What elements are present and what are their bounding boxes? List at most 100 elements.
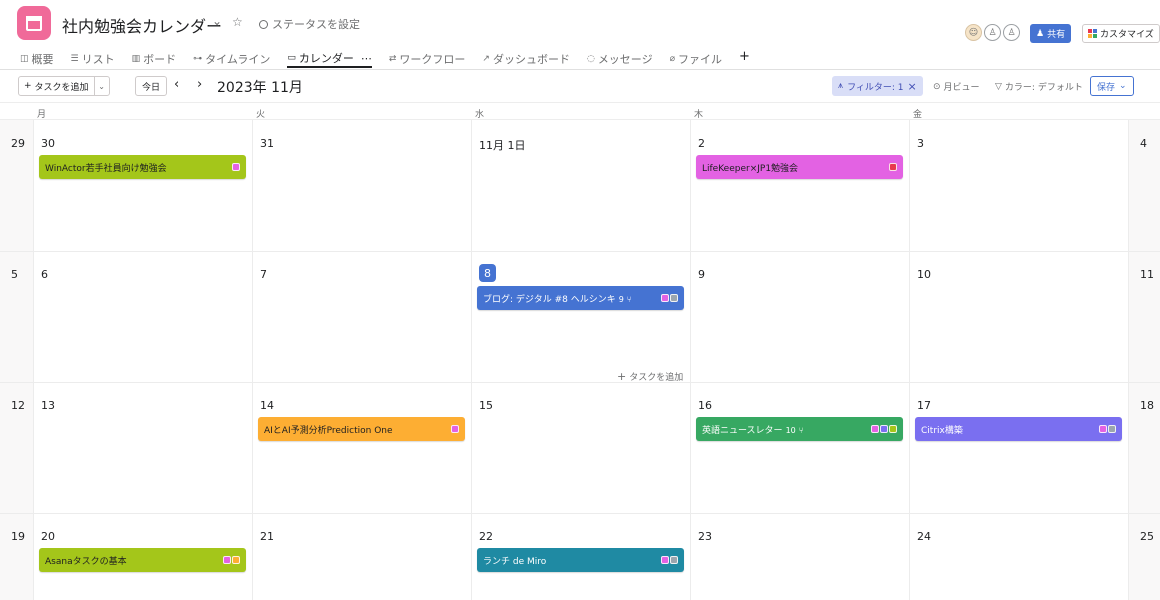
filter-chip[interactable]: ⩚ フィルター: 1 × xyxy=(832,76,923,96)
task-title: LifeKeeper×JP1勉強会 xyxy=(702,163,799,174)
task-name: AIとAI予測分析Prediction One xyxy=(264,423,451,436)
chevron-down-icon: ⌄ xyxy=(1119,81,1127,91)
task-title: Citrix構築 xyxy=(921,425,963,436)
tab-calendar[interactable]: ▭ カレンダー ⋯ xyxy=(287,50,372,68)
tag-swatch xyxy=(223,556,231,564)
day-number[interactable]: 15 xyxy=(479,399,493,412)
task-title: WinActor若手社員向け勉強会 xyxy=(45,163,167,174)
plus-icon: + xyxy=(24,81,32,91)
day-number[interactable]: 12 xyxy=(11,399,25,412)
subtask-icon: ⑂ xyxy=(798,425,804,435)
day-number[interactable]: 11 xyxy=(1140,268,1154,281)
day-number[interactable]: 5 xyxy=(11,268,18,281)
set-status-button[interactable]: ステータスを設定 xyxy=(259,16,360,32)
workflow-icon: ⇄ xyxy=(388,54,397,64)
day-number[interactable]: 23 xyxy=(698,530,712,543)
avatar-placeholder-icon[interactable]: ♙ xyxy=(984,24,1001,41)
customize-button[interactable]: カスタマイズ xyxy=(1082,24,1160,43)
day-number[interactable]: 11月 1日 xyxy=(479,137,526,153)
day-number[interactable]: 17 xyxy=(917,399,931,412)
more-options-icon[interactable]: ⋯ xyxy=(361,52,372,65)
day-number[interactable]: 29 xyxy=(11,137,25,150)
day-number[interactable]: 24 xyxy=(917,530,931,543)
customize-label: カスタマイズ xyxy=(1100,30,1154,40)
row-divider xyxy=(0,251,1160,252)
task-name: WinActor若手社員向け勉強会 xyxy=(45,161,232,174)
today-date[interactable]: 8 xyxy=(479,264,496,282)
calendar-task[interactable]: LifeKeeper×JP1勉強会 xyxy=(696,155,903,179)
month-view-button[interactable]: ⊙ 月ビュー xyxy=(933,80,980,94)
share-button[interactable]: ♟ 共有 xyxy=(1030,24,1072,43)
day-number[interactable]: 4 xyxy=(1140,137,1147,150)
plus-icon: + xyxy=(617,370,627,383)
project-calendar-icon[interactable] xyxy=(17,6,51,40)
tab-label: メッセージ xyxy=(597,53,653,66)
next-month-icon[interactable]: › xyxy=(197,77,202,92)
day-number[interactable]: 2 xyxy=(698,137,705,150)
task-tags xyxy=(223,556,240,564)
day-number[interactable]: 20 xyxy=(41,530,55,543)
today-button[interactable]: 今日 xyxy=(135,76,168,96)
weekday-label: 火 xyxy=(256,110,266,120)
calendar-task[interactable]: AIとAI予測分析Prediction One xyxy=(258,417,465,441)
message-icon: ◌ xyxy=(586,54,595,64)
day-number[interactable]: 16 xyxy=(698,399,712,412)
inline-add-task-button[interactable]: + タスクを追加 xyxy=(617,370,683,383)
day-number[interactable]: 14 xyxy=(260,399,274,412)
tab-overview[interactable]: ◫ 概要 xyxy=(20,50,54,68)
day-number[interactable]: 22 xyxy=(479,530,493,543)
day-number[interactable]: 31 xyxy=(260,137,274,150)
tab-workflow[interactable]: ⇄ ワークフロー xyxy=(389,50,466,68)
calendar-task[interactable]: 英語ニュースレター 10 ⑂ xyxy=(696,417,903,441)
save-view-button[interactable]: 保存 ⌄ xyxy=(1090,76,1134,96)
tab-dashboard[interactable]: ↗ ダッシュボード xyxy=(482,50,570,68)
calendar-task[interactable]: ランチ de Miro xyxy=(477,548,684,572)
star-icon[interactable]: ☆ xyxy=(232,15,243,29)
day-number[interactable]: 9 xyxy=(698,268,705,281)
day-number[interactable]: 25 xyxy=(1140,530,1154,543)
day-number[interactable]: 6 xyxy=(41,268,48,281)
day-number[interactable]: 18 xyxy=(1140,399,1154,412)
add-task-button[interactable]: + タスクを追加 ⌄ xyxy=(18,76,110,96)
day-number[interactable]: 21 xyxy=(260,530,274,543)
day-number[interactable]: 13 xyxy=(41,399,55,412)
close-icon[interactable]: × xyxy=(908,80,917,93)
subtask-count: 9 xyxy=(618,294,624,304)
chevron-down-icon[interactable]: ⌄ xyxy=(212,14,222,28)
day-number[interactable]: 19 xyxy=(11,530,25,543)
add-task-main[interactable]: + タスクを追加 xyxy=(19,77,95,95)
day-number[interactable]: 30 xyxy=(41,137,55,150)
chevron-down-icon[interactable]: ⌄ xyxy=(95,82,109,91)
day-number[interactable]: 3 xyxy=(917,137,924,150)
tab-label: 概要 xyxy=(31,53,54,66)
tab-message[interactable]: ◌ メッセージ xyxy=(587,50,653,68)
weekday-label: 金 xyxy=(913,110,923,120)
task-title: Asanaタスクの基本 xyxy=(45,556,127,567)
day-number[interactable]: 10 xyxy=(917,268,931,281)
tab-timeline[interactable]: ⊶ タイムライン xyxy=(193,50,270,68)
previous-month-icon[interactable]: ‹ xyxy=(174,77,179,92)
calendar-task[interactable]: WinActor若手社員向け勉強会 xyxy=(39,155,246,179)
subtask-count: 10 xyxy=(785,425,796,435)
tab-file[interactable]: ⌀ ファイル xyxy=(670,50,722,68)
avatar-placeholder-icon[interactable]: ♙ xyxy=(1003,24,1020,41)
tab-list[interactable]: ☰ リスト xyxy=(71,50,115,68)
add-tab-icon[interactable]: + xyxy=(739,50,750,64)
calendar-icon: ▭ xyxy=(287,53,296,63)
save-label: 保存 xyxy=(1097,82,1116,93)
weekend-column xyxy=(1128,120,1160,600)
day-number[interactable]: 7 xyxy=(260,268,267,281)
row-divider xyxy=(0,382,1160,383)
calendar-task[interactable]: Asanaタスクの基本 xyxy=(39,548,246,572)
member-avatars[interactable]: ☺ ♙ ♙ xyxy=(965,24,1020,41)
calendar-task[interactable]: ブログ: デジタル #8 ヘルシンキ 9 ⑂ xyxy=(477,286,684,310)
month-title: 2023年 11月 xyxy=(217,80,303,96)
project-title[interactable]: 社内勉強会カレンダー xyxy=(62,13,222,37)
calendar-task[interactable]: Citrix構築 xyxy=(915,417,1122,441)
filter-label: フィルター: 1 xyxy=(847,82,904,93)
tab-board[interactable]: ▥ ボード xyxy=(132,50,177,68)
avatar[interactable]: ☺ xyxy=(965,24,982,41)
row-divider xyxy=(0,513,1160,514)
tab-label: タイムライン xyxy=(205,53,271,66)
color-button[interactable]: ▽ カラー: デフォルト xyxy=(995,80,1083,94)
